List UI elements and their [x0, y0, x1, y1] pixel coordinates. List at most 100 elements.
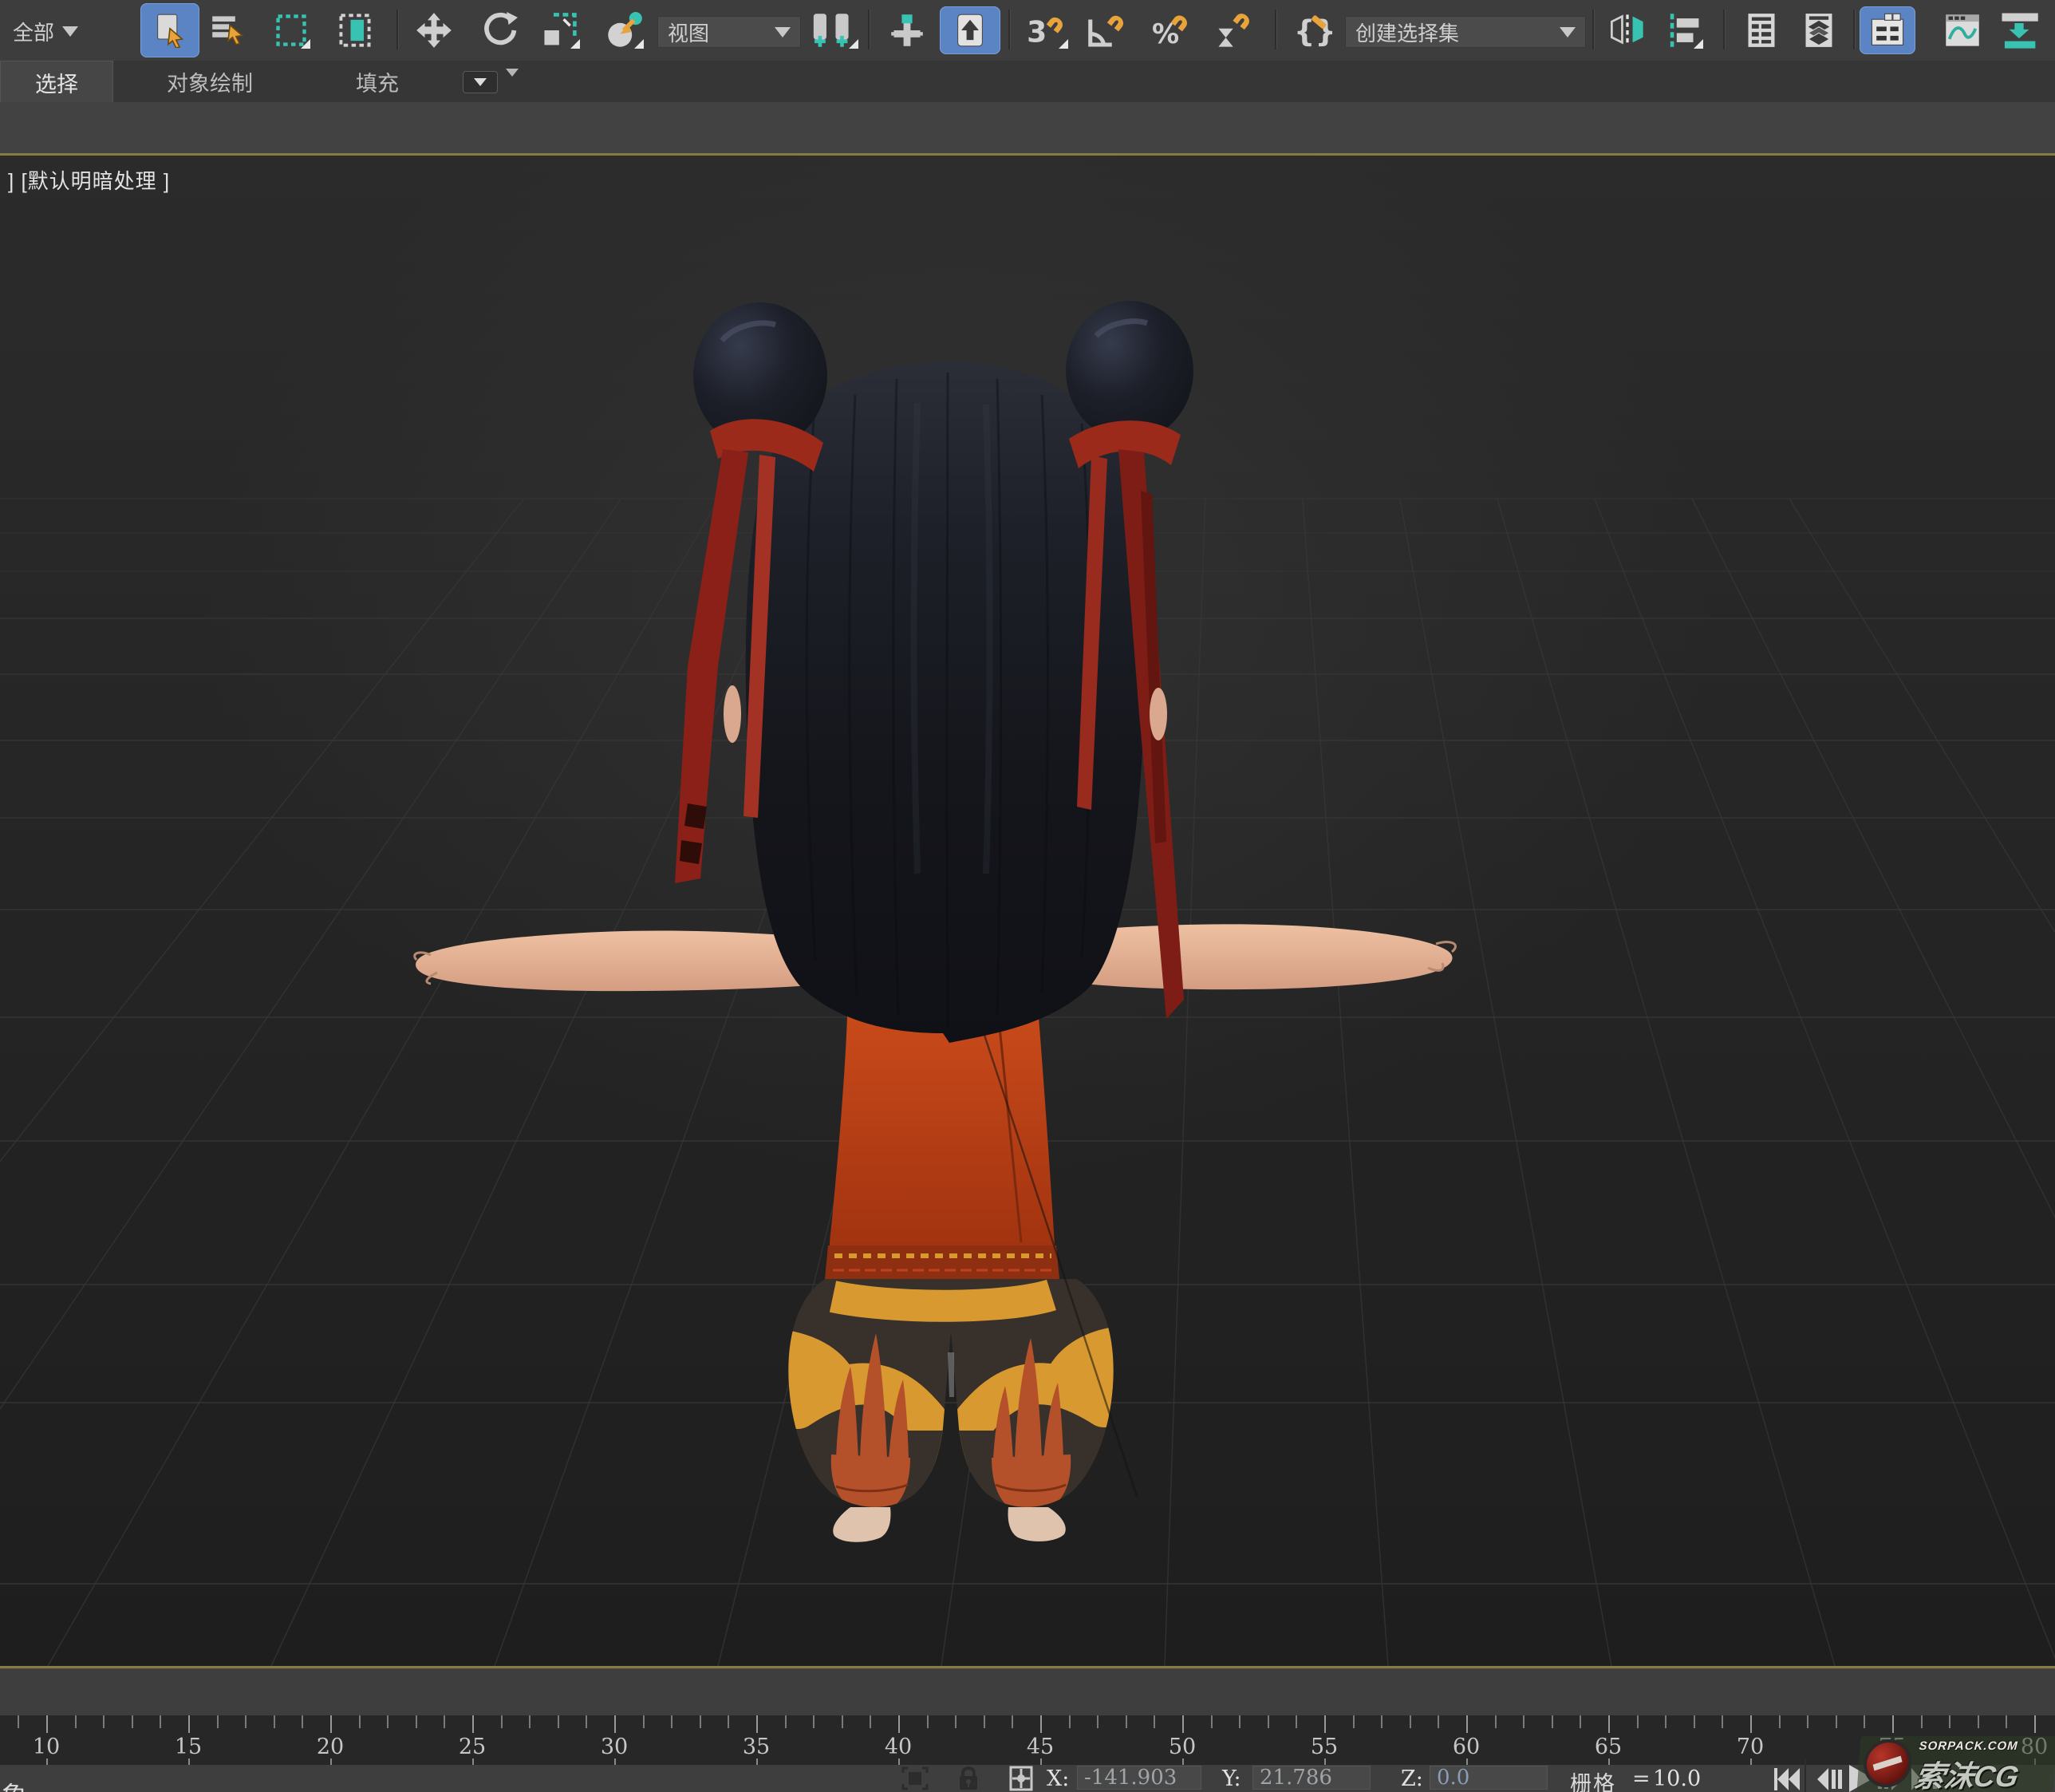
frame-major-tick-bottom [472, 1758, 474, 1765]
frame-tick [359, 1715, 361, 1728]
select-and-rotate-button[interactable] [479, 11, 520, 49]
previous-frame-button[interactable] [1816, 1766, 1843, 1792]
selection-lock-icon[interactable] [956, 1765, 981, 1792]
y-coordinate-field[interactable]: 21.786 [1252, 1766, 1371, 1790]
right-foot [1008, 1507, 1066, 1541]
frame-major-tick [898, 1715, 900, 1733]
frame-tick [1239, 1715, 1240, 1728]
frame-label: 30 [601, 1735, 628, 1759]
reference-coordinate-dropdown[interactable]: 视图 [657, 16, 801, 48]
dock-download-button[interactable] [1996, 11, 2042, 49]
selection-filter-label: 全部 [13, 17, 54, 46]
grid-equals: = [1632, 1766, 1652, 1791]
tab-select[interactable]: 选择 [0, 61, 113, 103]
frame-major-tick-bottom [614, 1758, 616, 1765]
chevron-down-icon [1560, 27, 1576, 37]
rectangular-selection-region-button[interactable] [271, 11, 311, 49]
frame-major-tick [188, 1715, 190, 1733]
scene-explorer-icon [1744, 12, 1779, 49]
minimize-ribbon-button[interactable] [463, 71, 498, 93]
spinner-snap-icon [1216, 12, 1254, 49]
frame-tick [2006, 1715, 2007, 1728]
frame-tick [1495, 1715, 1497, 1728]
toolbar-separator [1275, 10, 1277, 49]
frame-label: 35 [743, 1735, 770, 1759]
tab-object-paint[interactable]: 对象绘制 [146, 61, 274, 102]
rotate-icon [481, 12, 518, 49]
viewport-shading-label[interactable]: ] [默认明暗处理 ] [8, 165, 170, 195]
playback-separator [1805, 1758, 1806, 1792]
frame-tick [643, 1715, 645, 1728]
frame-tick [700, 1715, 701, 1728]
frame-major-tick-bottom [1466, 1758, 1468, 1765]
toolbar-separator [1592, 10, 1595, 49]
toolbar-separator [396, 10, 399, 49]
align-button[interactable] [1664, 11, 1704, 49]
select-and-manipulate-button[interactable] [887, 11, 927, 49]
status-bar: 象 X: -141.903 Y: 21.786 Z: 0.0 栅格 = 10.0 [0, 1765, 2055, 1792]
named-selection-sets-dropdown[interactable]: 创建选择集 [1345, 16, 1586, 48]
waistband [825, 1245, 1059, 1279]
y-label: Y: [1222, 1766, 1241, 1791]
right-cheek-sliver [1150, 688, 1167, 740]
z-coordinate-field[interactable]: 0.0 [1430, 1766, 1548, 1790]
tab-select-label: 选择 [35, 67, 78, 98]
snaps-toggle-3d-button[interactable]: 3 [1024, 11, 1069, 49]
frame-tick [870, 1715, 871, 1728]
frame-major-tick-bottom [756, 1758, 758, 1765]
frame-tick [586, 1715, 587, 1728]
frame-tick [1438, 1715, 1439, 1728]
frame-major-tick-bottom [188, 1758, 190, 1765]
frame-tick [1069, 1715, 1071, 1728]
frame-tick [1694, 1715, 1695, 1728]
chevron-down-icon [506, 69, 519, 90]
frame-label: 70 [1737, 1735, 1764, 1759]
percent-snap-icon: % [1152, 12, 1192, 49]
absolute-mode-icon[interactable] [1008, 1765, 1034, 1792]
watermark-brand: 索沫CG [1911, 1752, 2022, 1792]
grid-size-value: 10.0 [1653, 1766, 1701, 1791]
frame-tick [75, 1715, 77, 1728]
frame-tick [1836, 1715, 1837, 1728]
track-bar[interactable] [0, 1668, 2055, 1716]
curve-editor-button[interactable] [1942, 11, 1983, 49]
toggle-scene-explorer-button[interactable] [1742, 11, 1781, 49]
select-and-move-button[interactable] [413, 11, 455, 49]
frame-tick [728, 1715, 729, 1728]
frame-tick [160, 1715, 161, 1728]
ribbon-options-caret[interactable] [506, 77, 519, 91]
watermark: SORPACK.COM 索沫CG [1857, 1736, 2055, 1792]
perspective-viewport[interactable]: ] [默认明暗处理 ] [0, 156, 2055, 1666]
toggle-layer-explorer-button[interactable] [1800, 11, 1838, 49]
mirror-button[interactable] [1607, 11, 1648, 49]
frame-tick [274, 1715, 275, 1728]
toolbar-separator [1723, 10, 1726, 49]
frame-major-tick [2034, 1715, 2036, 1733]
select-object-button[interactable] [140, 3, 199, 57]
frame-tick [1864, 1715, 1865, 1728]
go-to-start-button[interactable] [1773, 1766, 1801, 1792]
edit-named-selection-sets-button[interactable]: {} [1292, 11, 1334, 49]
keyboard-override-toggle-button[interactable] [940, 6, 1000, 54]
seam-highlight [948, 1352, 954, 1397]
tab-populate[interactable]: 填充 [337, 61, 417, 102]
percent-snap-toggle-button[interactable]: % [1150, 11, 1193, 49]
scale-icon [542, 12, 578, 49]
x-coordinate-field[interactable]: -141.903 [1077, 1766, 1201, 1790]
select-and-scale-button[interactable] [539, 11, 581, 49]
frame-label: 10 [33, 1735, 60, 1759]
isolate-selection-icon[interactable] [900, 1765, 930, 1792]
angle-snap-toggle-button[interactable] [1083, 11, 1130, 49]
ribbon-toggle-button[interactable] [1860, 6, 1915, 54]
use-pivot-point-center-button[interactable] [807, 11, 859, 49]
frame-tick [558, 1715, 559, 1728]
frame-tick [1552, 1715, 1553, 1728]
select-by-name-button[interactable] [209, 11, 247, 49]
grid-size-label: 栅格 [1570, 1766, 1616, 1792]
window-crossing-toggle-button[interactable] [335, 11, 375, 49]
timeline-ruler[interactable]: 10 15 20 25 30 35 40 45 50 55 60 65 70 7… [0, 1715, 2055, 1765]
select-and-place-button[interactable] [605, 11, 645, 49]
selection-filter-dropdown[interactable]: 全部 [3, 16, 88, 46]
curve-editor-icon [1943, 12, 1982, 49]
spinner-snap-toggle-button[interactable] [1214, 11, 1256, 49]
